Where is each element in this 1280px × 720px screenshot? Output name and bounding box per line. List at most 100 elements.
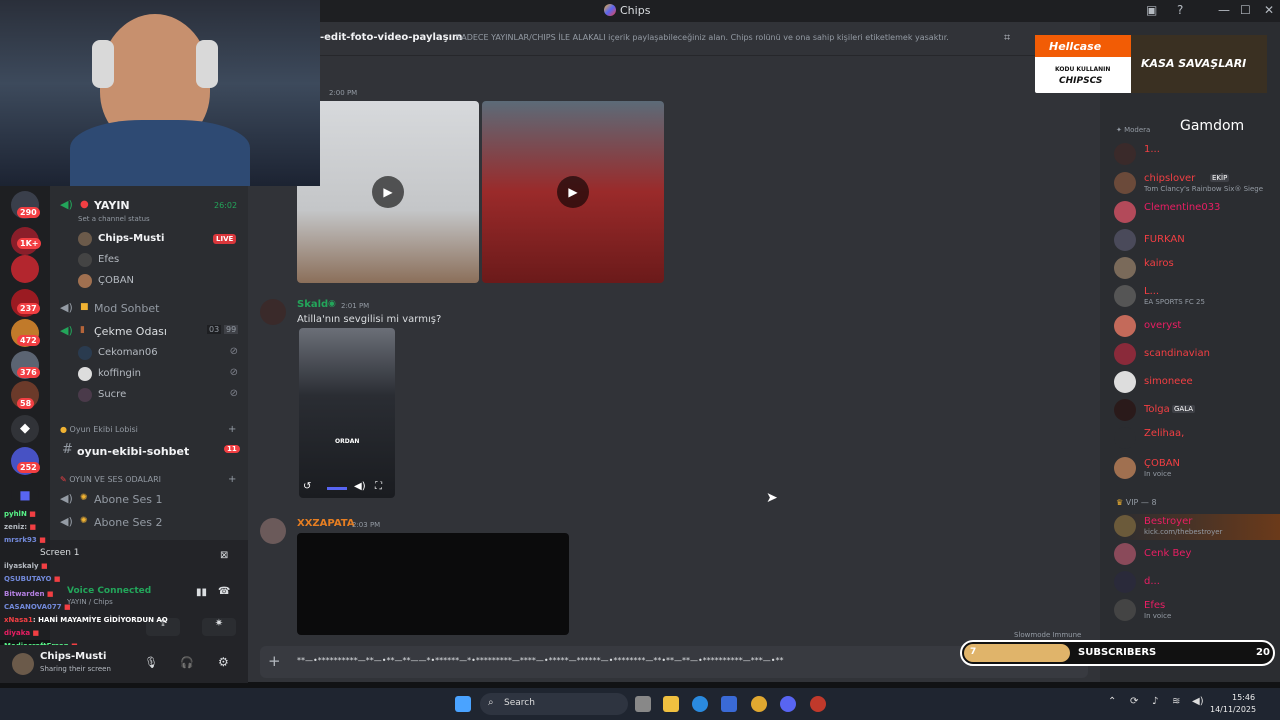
channel-status[interactable]: Set a channel status bbox=[78, 215, 150, 223]
edge-icon[interactable] bbox=[692, 696, 708, 712]
member-item[interactable]: d... bbox=[1114, 570, 1280, 596]
member-item[interactable]: Bestroyer kick.com/thebestroyer bbox=[1114, 514, 1280, 540]
member-item[interactable]: FURKAN bbox=[1114, 228, 1280, 254]
taskbar-search[interactable]: ⌕ Search bbox=[480, 693, 628, 715]
avatar[interactable] bbox=[260, 299, 286, 325]
member-tag: GALA bbox=[1172, 405, 1196, 413]
tray-chevron-icon[interactable]: ⌃ bbox=[1108, 696, 1116, 707]
avatar[interactable] bbox=[260, 518, 286, 544]
progress-bar[interactable] bbox=[327, 487, 347, 490]
message-input[interactable]: **—•**********—**—•**—**——*•******—*•***… bbox=[297, 656, 783, 665]
member-item[interactable]: kairos bbox=[1114, 256, 1280, 282]
member-item[interactable]: Tolga GALA bbox=[1114, 398, 1280, 424]
video-attachment[interactable]: ORDAN ↺ ◀) ⛶ bbox=[299, 328, 395, 498]
sun-icon: ✺ bbox=[80, 493, 88, 503]
video-attachment[interactable]: ▶ bbox=[297, 101, 479, 283]
message-author[interactable]: XXZAPATA bbox=[297, 518, 355, 529]
category-oyun-ekibi[interactable]: ● Oyun Ekibi Lobisi + bbox=[60, 424, 240, 435]
activity-button[interactable]: ✷ bbox=[202, 618, 236, 636]
member-item[interactable]: L... EA SPORTS FC 25 bbox=[1114, 284, 1280, 310]
category-label: Oyun Ekibi Lobisi bbox=[69, 425, 138, 434]
close-screen-icon[interactable]: ⊠ bbox=[220, 550, 228, 561]
fullscreen-icon[interactable]: ⛶ bbox=[375, 481, 382, 492]
start-icon[interactable] bbox=[455, 696, 471, 712]
clock-time[interactable]: 15:46 bbox=[1232, 693, 1255, 702]
message-author[interactable]: Skald bbox=[297, 299, 328, 310]
channel-topic[interactable]: SADECE YAYINLAR/CHIPS İLE ALAKALI içerik… bbox=[456, 33, 949, 42]
voice-user[interactable]: Chips-Musti LIVE bbox=[78, 229, 248, 249]
clock-date[interactable]: 14/11/2025 bbox=[1210, 705, 1256, 714]
brand-bar: Hellcase bbox=[1035, 35, 1131, 57]
store-icon[interactable] bbox=[721, 696, 737, 712]
member-item[interactable]: scandinavian bbox=[1114, 342, 1280, 368]
voice-user-name: Efes bbox=[98, 254, 120, 265]
volume-icon[interactable]: ◀) bbox=[354, 481, 366, 492]
chrome-icon[interactable] bbox=[751, 696, 767, 712]
mic-icon[interactable]: 🎙 bbox=[144, 656, 158, 669]
voice-user[interactable]: Efes bbox=[78, 250, 248, 270]
voice-channel-cekme-odasi[interactable]: ◀) ▮ Çekme Odası 03 99 bbox=[50, 321, 248, 341]
add-icon[interactable]: + bbox=[228, 424, 236, 435]
discord-icon[interactable] bbox=[780, 696, 796, 712]
member-tag: EKİP bbox=[1210, 174, 1230, 182]
voice-user[interactable]: Cekoman06 ⊘ bbox=[78, 343, 248, 363]
headphones-icon[interactable]: 🎧 bbox=[180, 656, 194, 669]
voice-user[interactable]: koffingin ⊘ bbox=[78, 364, 248, 384]
mic-tray-icon[interactable]: ♪ bbox=[1152, 696, 1158, 707]
obs-icon[interactable] bbox=[810, 696, 826, 712]
member-item[interactable]: simoneee bbox=[1114, 370, 1280, 396]
member-item[interactable]: Efes In voice bbox=[1114, 598, 1280, 624]
user-name[interactable]: Chips-Musti bbox=[40, 651, 106, 662]
avatar bbox=[1114, 229, 1136, 251]
member-item[interactable]: overyst bbox=[1114, 314, 1280, 340]
chat-user: ilyaskaly bbox=[4, 562, 39, 570]
text-channel-oyun-ekibi-sohbet[interactable]: # oyun-ekibi-sohbet 11 bbox=[50, 441, 248, 461]
voice-user[interactable]: ÇOBAN bbox=[78, 271, 248, 291]
category-label: Modera bbox=[1124, 126, 1151, 134]
chat-line: QSUBUTAYO ■ bbox=[4, 575, 61, 583]
voice-user[interactable]: Sucre ⊘ bbox=[78, 385, 248, 405]
server-icon[interactable] bbox=[11, 255, 39, 283]
member-item[interactable]: Clementine033 bbox=[1114, 200, 1280, 226]
member-item[interactable]: 1... bbox=[1114, 142, 1280, 168]
slogan-box: KASA SAVAŞLARI bbox=[1131, 35, 1267, 93]
discover-icon[interactable]: ◆ bbox=[11, 415, 39, 443]
task-view-icon[interactable] bbox=[635, 696, 651, 712]
avatar bbox=[78, 253, 92, 267]
member-item[interactable]: Zelihaa, bbox=[1114, 426, 1280, 452]
file-explorer-icon[interactable] bbox=[663, 696, 679, 712]
add-icon[interactable]: + bbox=[228, 474, 236, 485]
video-attachment[interactable] bbox=[297, 533, 569, 635]
server-badge: 290 bbox=[17, 207, 40, 218]
maximize-button[interactable]: ☐ bbox=[1240, 3, 1251, 17]
inbox-icon[interactable]: ▣ bbox=[1146, 3, 1157, 17]
voice-channel-yayin[interactable]: ◀) ● YAYIN 26:02 bbox=[50, 195, 248, 215]
help-icon[interactable]: ? bbox=[1177, 3, 1183, 17]
volume-tray-icon[interactable]: ◀) bbox=[1192, 696, 1204, 707]
play-icon[interactable]: ▶ bbox=[372, 176, 404, 208]
member-name: Tolga bbox=[1144, 404, 1170, 415]
sync-icon[interactable]: ⟳ bbox=[1130, 696, 1138, 707]
member-item[interactable]: Cenk Bey bbox=[1114, 542, 1280, 568]
member-item[interactable]: ÇOBAN In voice bbox=[1114, 456, 1280, 482]
category-voice[interactable]: ✎ OYUN VE SES ODALARI + bbox=[60, 474, 240, 485]
ad-slogan: KASA SAVAŞLARI bbox=[1141, 57, 1247, 70]
video-attachment[interactable]: ▶ bbox=[482, 101, 664, 283]
disconnect-icon[interactable]: ☎ bbox=[218, 586, 230, 597]
avatar[interactable] bbox=[12, 653, 34, 675]
replay-icon[interactable]: ↺ bbox=[303, 481, 311, 492]
member-item[interactable]: chipslover EKİP Tom Clancy's Rainbow Six® … bbox=[1114, 171, 1280, 197]
threads-icon[interactable]: ⌗ bbox=[1004, 31, 1010, 45]
voice-channel-mod-sohbet[interactable]: ◀) ■ Mod Sohbet bbox=[50, 298, 248, 318]
settings-icon[interactable]: ⚙ bbox=[218, 655, 229, 669]
close-button[interactable]: ✕ bbox=[1264, 3, 1274, 17]
voice-channel-abone-1[interactable]: ◀) ✺ Abone Ses 1 bbox=[50, 489, 248, 509]
attach-icon[interactable]: + bbox=[268, 652, 281, 670]
play-icon[interactable]: ▶ bbox=[557, 176, 589, 208]
wifi-icon[interactable]: ≋ bbox=[1172, 696, 1180, 707]
voice-user-name: Chips-Musti bbox=[98, 233, 165, 244]
taskbar: ⌕ Search ⌃ ⟳ ♪ ≋ ◀) 15:46 14/11/2025 bbox=[0, 688, 1280, 720]
folder-icon[interactable]: ■ bbox=[11, 481, 39, 509]
avatar bbox=[1114, 343, 1136, 365]
minimize-button[interactable]: — bbox=[1218, 3, 1230, 17]
